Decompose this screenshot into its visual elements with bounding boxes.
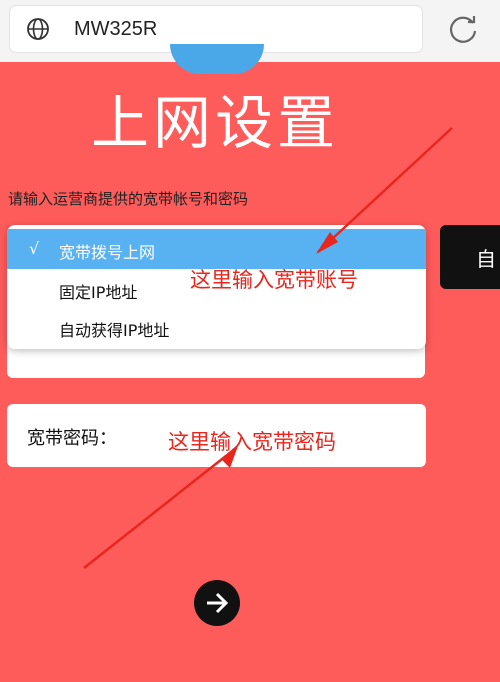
option-label: 自动获得IP地址 [59,321,170,340]
password-label: 宽带密码： [27,428,117,449]
page-title: 上网设置 [90,89,339,157]
globe-icon [27,18,49,40]
address-text: MW325R [74,18,158,40]
annotation-password: 这里输入宽带密码 [168,430,336,454]
check-icon: √ [29,239,40,258]
annotation-account: 这里输入宽带账号 [190,268,358,292]
instruction-text: 请输入运营商提供的宽带帐号和密码 [8,190,249,208]
option-label: 固定IP地址 [59,283,138,302]
next-button[interactable] [194,580,240,626]
option-label: 宽带拨号上网 [59,243,156,262]
logo-arc [170,44,264,74]
auto-detect-button[interactable]: 自 [440,225,500,289]
refresh-icon[interactable] [446,12,480,46]
option-dhcp[interactable]: 自动获得IP地址 [7,307,426,347]
arrow-right-icon [207,592,229,614]
side-button-label: 自 [476,247,496,271]
option-pppoe[interactable]: √ 宽带拨号上网 [7,229,426,269]
